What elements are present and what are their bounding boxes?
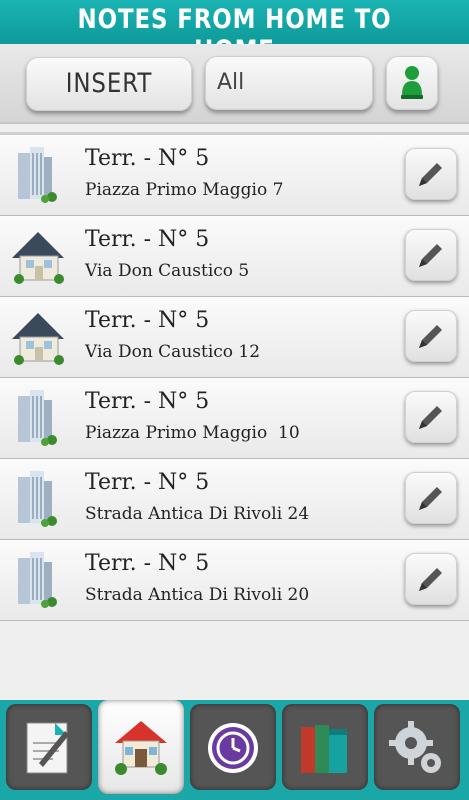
filter-select-value: All bbox=[217, 70, 245, 95]
edit-button[interactable] bbox=[405, 472, 457, 524]
tab-settings[interactable] bbox=[374, 704, 460, 790]
house-icon bbox=[10, 305, 70, 367]
list-item-address: Strada Antica Di Rivoli 24 bbox=[85, 504, 310, 524]
list-item[interactable]: Terr. - N° 5 Piazza Primo Maggio 10 bbox=[0, 378, 469, 459]
house-icon bbox=[10, 224, 70, 286]
bottom-tab-bar bbox=[0, 700, 469, 800]
list-item-title: Terr. - N° 5 bbox=[85, 308, 210, 333]
edit-button[interactable] bbox=[405, 148, 457, 200]
notes-icon bbox=[26, 722, 69, 774]
list-item-title: Terr. - N° 5 bbox=[85, 551, 210, 576]
list-item-title: Terr. - N° 5 bbox=[85, 227, 210, 252]
list-item[interactable]: Terr. - N° 5 Strada Antica Di Rivoli 24 bbox=[0, 459, 469, 540]
list-item[interactable]: Terr. - N° 5 Via Don Caustico 5 bbox=[0, 216, 469, 297]
user-button[interactable] bbox=[386, 56, 438, 110]
list-item-address: Piazza Primo Maggio 7 bbox=[85, 180, 284, 200]
list-item-title: Terr. - N° 5 bbox=[85, 470, 210, 495]
insert-button[interactable]: INSERT bbox=[26, 57, 192, 111]
tab-books[interactable] bbox=[282, 704, 368, 790]
settings-icon bbox=[389, 721, 441, 773]
user-icon bbox=[401, 66, 423, 99]
tab-history[interactable] bbox=[190, 704, 276, 790]
apartment-building-icon bbox=[10, 548, 70, 610]
insert-button-label: INSERT bbox=[65, 68, 153, 99]
list-item-address: Via Don Caustico 5 bbox=[85, 261, 250, 281]
list-item-address: Strada Antica Di Rivoli 20 bbox=[85, 585, 310, 605]
list-item[interactable]: Terr. - N° 5 Strada Antica Di Rivoli 20 bbox=[0, 540, 469, 621]
edit-button[interactable] bbox=[405, 229, 457, 281]
filter-select[interactable]: All bbox=[205, 56, 373, 110]
edit-button[interactable] bbox=[405, 310, 457, 362]
edit-button[interactable] bbox=[405, 553, 457, 605]
tab-notes[interactable] bbox=[6, 704, 92, 790]
apartment-building-icon bbox=[10, 467, 70, 529]
app-header: NOTES FROM HOME TO HOME bbox=[0, 0, 469, 66]
tab-home[interactable] bbox=[98, 700, 184, 794]
list-item-title: Terr. - N° 5 bbox=[85, 389, 210, 414]
list-item-address: Via Don Caustico 12 bbox=[85, 342, 261, 362]
apartment-building-icon bbox=[10, 386, 70, 448]
home-icon bbox=[115, 721, 167, 775]
apartment-building-icon bbox=[10, 143, 70, 205]
list-item-title: Terr. - N° 5 bbox=[85, 146, 210, 171]
list-item[interactable]: Terr. - N° 5 Via Don Caustico 12 bbox=[0, 297, 469, 378]
list-item-address: Piazza Primo Maggio 10 bbox=[85, 423, 300, 443]
toolbar: INSERT All bbox=[0, 44, 469, 124]
history-icon bbox=[208, 723, 258, 773]
edit-button[interactable] bbox=[405, 391, 457, 443]
list-item[interactable]: Terr. - N° 5 Piazza Primo Maggio 7 bbox=[0, 135, 469, 216]
books-icon bbox=[301, 725, 347, 773]
